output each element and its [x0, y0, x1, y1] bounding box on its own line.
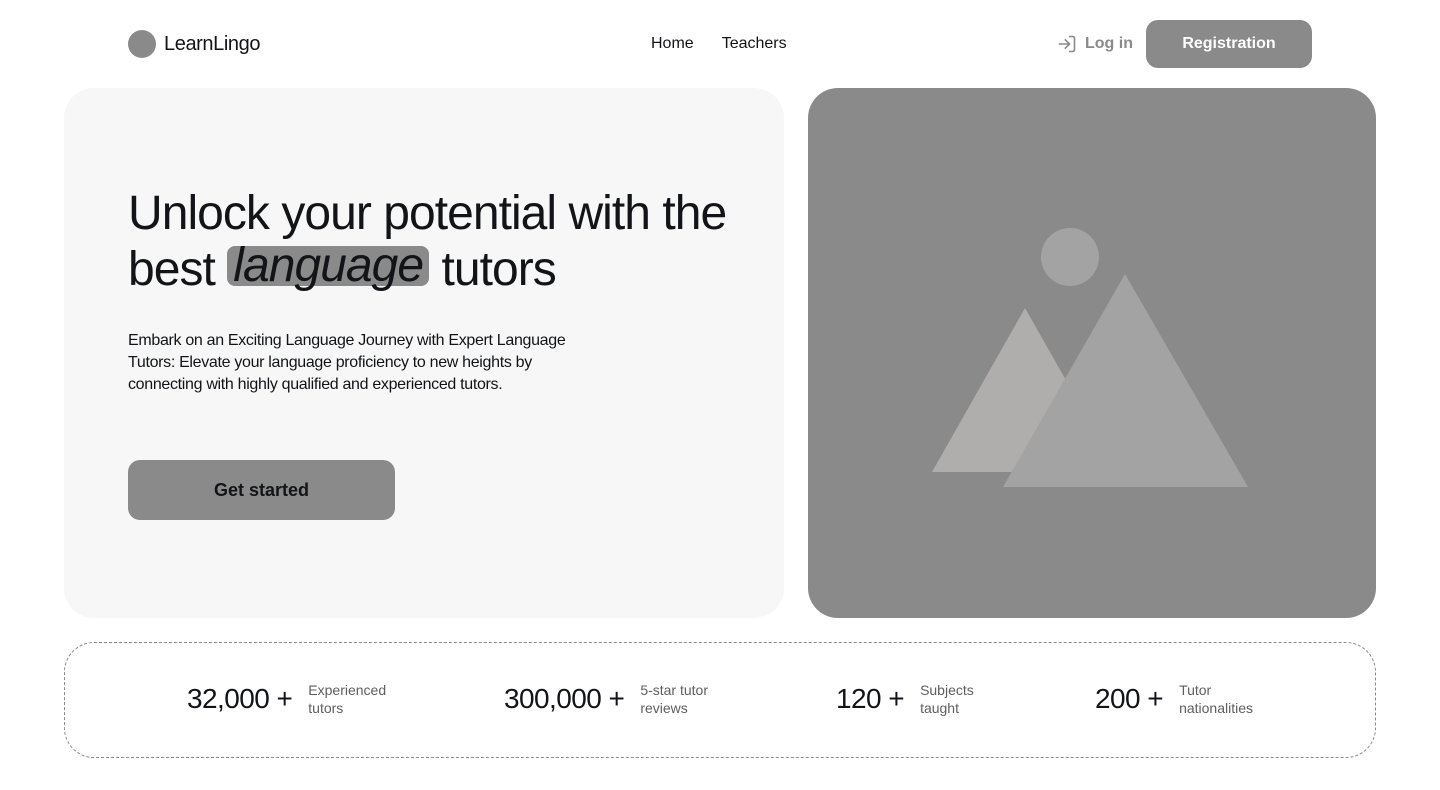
get-started-button[interactable]: Get started	[128, 460, 395, 520]
registration-button[interactable]: Registration	[1146, 20, 1312, 68]
stat-label: Tutor nationalities	[1179, 682, 1253, 716]
stat-experienced-tutors: 32,000 + Experienced tutors	[187, 681, 418, 717]
stat-value: 120 +	[836, 683, 905, 714]
image-placeholder-icon	[932, 228, 1248, 487]
hero-title-highlight: language	[227, 242, 430, 290]
stat-label: Experienced tutors	[308, 682, 387, 716]
stat-value: 200 +	[1095, 683, 1164, 714]
landing-page: LearnLingo Home Teachers Log in Registra…	[0, 0, 1440, 790]
stat-value: 32,000 +	[187, 683, 293, 714]
hero-card: Unlock your potential with the best lang…	[64, 88, 784, 618]
hero-title: Unlock your potential with the best lang…	[128, 186, 728, 298]
stat-value: 300,000 +	[504, 683, 625, 714]
stat-nationalities: 200 + Tutor nationalities	[1095, 681, 1289, 717]
login-arrow-icon	[1058, 35, 1076, 53]
hero-description: Embark on an Exciting Language Journey w…	[128, 332, 566, 393]
brand-logo-icon	[128, 30, 156, 58]
hero-title-end: tutors	[441, 243, 557, 296]
brand-link[interactable]: LearnLingo	[128, 30, 260, 58]
hero-image	[808, 88, 1376, 618]
nav-teachers-link[interactable]: Teachers	[722, 32, 787, 56]
login-button[interactable]: Log in	[1057, 32, 1133, 56]
nav-home-link[interactable]: Home	[651, 32, 694, 56]
brand-name: LearnLingo	[164, 32, 261, 55]
stat-label: 5-star tutor reviews	[640, 682, 709, 716]
main-nav: Home Teachers	[651, 32, 787, 56]
stat-reviews: 300,000 + 5-star tutor reviews	[504, 681, 750, 717]
stats-bar: 32,000 + Experienced tutors 300,000 + 5-…	[64, 642, 1376, 758]
login-label: Log in	[1085, 35, 1133, 52]
site-header: LearnLingo Home Teachers Log in Registra…	[128, 20, 1312, 68]
stat-subjects: 120 + Subjects taught	[836, 681, 1030, 717]
stat-label: Subjects taught	[920, 682, 974, 716]
